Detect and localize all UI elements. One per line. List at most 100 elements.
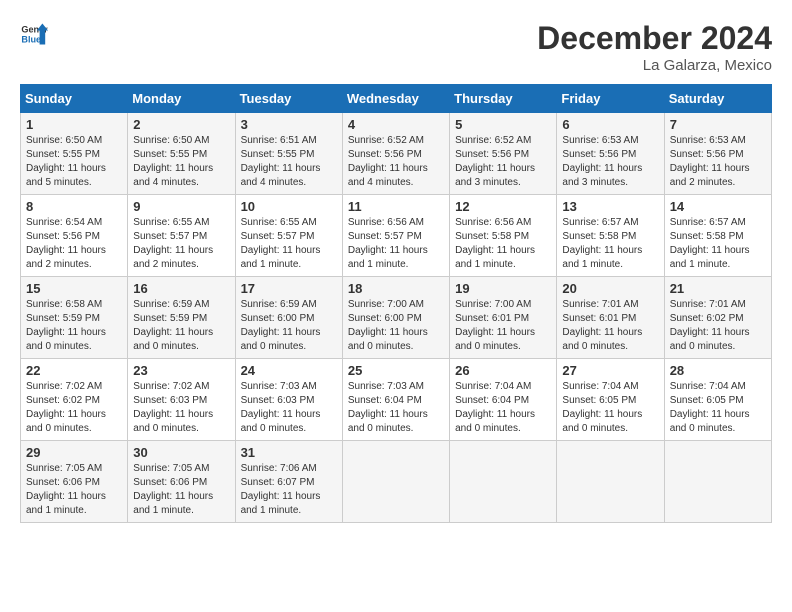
day-number: 28: [670, 363, 766, 378]
day-info: Sunrise: 6:52 AM Sunset: 5:56 PM Dayligh…: [455, 134, 551, 190]
day-number: 11: [348, 199, 444, 214]
day-info: Sunrise: 6:56 AM Sunset: 5:58 PM Dayligh…: [455, 216, 551, 272]
day-number: 16: [133, 281, 229, 296]
day-info: Sunrise: 6:51 AM Sunset: 5:55 PM Dayligh…: [241, 134, 337, 190]
calendar-cell: 2 Sunrise: 6:50 AM Sunset: 5:55 PM Daylig…: [128, 113, 235, 195]
day-number: 25: [348, 363, 444, 378]
calendar-cell: [450, 441, 557, 523]
calendar-cell: 29 Sunrise: 7:05 AM Sunset: 6:06 PM Dayli…: [21, 441, 128, 523]
day-info: Sunrise: 7:02 AM Sunset: 6:02 PM Dayligh…: [26, 380, 122, 436]
day-number: 23: [133, 363, 229, 378]
calendar-week-row: 15Sunrise: 6:58 AM Sunset: 5:59 PM Dayli…: [21, 277, 772, 359]
weekday-header-friday: Friday: [557, 85, 664, 113]
day-info: Sunrise: 6:57 AM Sunset: 5:58 PM Dayligh…: [562, 216, 658, 272]
calendar-cell: 5 Sunrise: 6:52 AM Sunset: 5:56 PM Daylig…: [450, 113, 557, 195]
day-info: Sunrise: 6:57 AM Sunset: 5:58 PM Dayligh…: [670, 216, 766, 272]
day-info: Sunrise: 6:59 AM Sunset: 6:00 PM Dayligh…: [241, 298, 337, 354]
day-number: 17: [241, 281, 337, 296]
day-number: 9: [133, 199, 229, 214]
weekday-header-row: SundayMondayTuesdayWednesdayThursdayFrid…: [21, 85, 772, 113]
day-info: Sunrise: 7:04 AM Sunset: 6:04 PM Dayligh…: [455, 380, 551, 436]
calendar-cell: [664, 441, 771, 523]
calendar-cell: 6Sunrise: 6:53 AM Sunset: 5:56 PM Daylig…: [557, 113, 664, 195]
page-header: General Blue December 2024 La Galarza, M…: [20, 20, 772, 74]
day-info: Sunrise: 6:50 AM Sunset: 5:55 PM Dayligh…: [26, 134, 122, 190]
weekday-header-thursday: Thursday: [450, 85, 557, 113]
day-number: 6: [562, 117, 658, 132]
calendar-cell: 27 Sunrise: 7:04 AM Sunset: 6:05 PM Dayli…: [557, 359, 664, 441]
calendar-cell: 25 Sunrise: 7:03 AM Sunset: 6:04 PM Dayli…: [342, 359, 449, 441]
day-number: 12: [455, 199, 551, 214]
calendar-cell: 16 Sunrise: 6:59 AM Sunset: 5:59 PM Dayli…: [128, 277, 235, 359]
day-info: Sunrise: 7:05 AM Sunset: 6:06 PM Dayligh…: [133, 462, 229, 518]
calendar-cell: 24 Sunrise: 7:03 AM Sunset: 6:03 PM Dayli…: [235, 359, 342, 441]
day-info: Sunrise: 7:02 AM Sunset: 6:03 PM Dayligh…: [133, 380, 229, 436]
title-section: December 2024 La Galarza, Mexico: [537, 20, 772, 74]
calendar-cell: 17 Sunrise: 6:59 AM Sunset: 6:00 PM Dayli…: [235, 277, 342, 359]
day-number: 3: [241, 117, 337, 132]
calendar-cell: 1 Sunrise: 6:50 AM Sunset: 5:55 PM Daylig…: [21, 113, 128, 195]
calendar-week-row: 8 Sunrise: 6:54 AM Sunset: 5:56 PM Daylig…: [21, 195, 772, 277]
day-number: 27: [562, 363, 658, 378]
day-number: 24: [241, 363, 337, 378]
calendar-cell: 22Sunrise: 7:02 AM Sunset: 6:02 PM Dayli…: [21, 359, 128, 441]
day-number: 5: [455, 117, 551, 132]
day-info: Sunrise: 7:03 AM Sunset: 6:04 PM Dayligh…: [348, 380, 444, 436]
calendar-cell: 7 Sunrise: 6:53 AM Sunset: 5:56 PM Daylig…: [664, 113, 771, 195]
day-info: Sunrise: 7:00 AM Sunset: 6:00 PM Dayligh…: [348, 298, 444, 354]
calendar-cell: 10 Sunrise: 6:55 AM Sunset: 5:57 PM Dayli…: [235, 195, 342, 277]
day-info: Sunrise: 7:04 AM Sunset: 6:05 PM Dayligh…: [670, 380, 766, 436]
calendar-week-row: 29 Sunrise: 7:05 AM Sunset: 6:06 PM Dayli…: [21, 441, 772, 523]
day-number: 10: [241, 199, 337, 214]
calendar-table: SundayMondayTuesdayWednesdayThursdayFrid…: [20, 84, 772, 523]
calendar-cell: 31 Sunrise: 7:06 AM Sunset: 6:07 PM Dayli…: [235, 441, 342, 523]
weekday-header-monday: Monday: [128, 85, 235, 113]
calendar-cell: [557, 441, 664, 523]
calendar-cell: 14Sunrise: 6:57 AM Sunset: 5:58 PM Dayli…: [664, 195, 771, 277]
calendar-cell: 13Sunrise: 6:57 AM Sunset: 5:58 PM Dayli…: [557, 195, 664, 277]
calendar-cell: 18Sunrise: 7:00 AM Sunset: 6:00 PM Dayli…: [342, 277, 449, 359]
day-number: 4: [348, 117, 444, 132]
weekday-header-saturday: Saturday: [664, 85, 771, 113]
day-number: 2: [133, 117, 229, 132]
month-title: December 2024: [537, 20, 772, 57]
day-info: Sunrise: 7:04 AM Sunset: 6:05 PM Dayligh…: [562, 380, 658, 436]
weekday-header-sunday: Sunday: [21, 85, 128, 113]
calendar-cell: 28 Sunrise: 7:04 AM Sunset: 6:05 PM Dayli…: [664, 359, 771, 441]
day-info: Sunrise: 6:54 AM Sunset: 5:56 PM Dayligh…: [26, 216, 122, 272]
day-number: 21: [670, 281, 766, 296]
calendar-cell: [342, 441, 449, 523]
day-number: 15: [26, 281, 122, 296]
day-info: Sunrise: 7:06 AM Sunset: 6:07 PM Dayligh…: [241, 462, 337, 518]
calendar-cell: 12 Sunrise: 6:56 AM Sunset: 5:58 PM Dayli…: [450, 195, 557, 277]
day-info: Sunrise: 7:00 AM Sunset: 6:01 PM Dayligh…: [455, 298, 551, 354]
svg-text:Blue: Blue: [21, 34, 41, 44]
day-number: 8: [26, 199, 122, 214]
day-info: Sunrise: 6:52 AM Sunset: 5:56 PM Dayligh…: [348, 134, 444, 190]
day-info: Sunrise: 7:05 AM Sunset: 6:06 PM Dayligh…: [26, 462, 122, 518]
calendar-cell: 8 Sunrise: 6:54 AM Sunset: 5:56 PM Daylig…: [21, 195, 128, 277]
day-number: 31: [241, 445, 337, 460]
day-number: 19: [455, 281, 551, 296]
day-info: Sunrise: 7:03 AM Sunset: 6:03 PM Dayligh…: [241, 380, 337, 436]
calendar-cell: 21 Sunrise: 7:01 AM Sunset: 6:02 PM Dayli…: [664, 277, 771, 359]
calendar-cell: 11Sunrise: 6:56 AM Sunset: 5:57 PM Dayli…: [342, 195, 449, 277]
day-number: 26: [455, 363, 551, 378]
calendar-week-row: 22Sunrise: 7:02 AM Sunset: 6:02 PM Dayli…: [21, 359, 772, 441]
day-info: Sunrise: 6:50 AM Sunset: 5:55 PM Dayligh…: [133, 134, 229, 190]
day-number: 29: [26, 445, 122, 460]
day-number: 30: [133, 445, 229, 460]
calendar-cell: 30 Sunrise: 7:05 AM Sunset: 6:06 PM Dayli…: [128, 441, 235, 523]
day-info: Sunrise: 6:53 AM Sunset: 5:56 PM Dayligh…: [670, 134, 766, 190]
day-info: Sunrise: 6:55 AM Sunset: 5:57 PM Dayligh…: [241, 216, 337, 272]
calendar-cell: 26 Sunrise: 7:04 AM Sunset: 6:04 PM Dayli…: [450, 359, 557, 441]
day-number: 1: [26, 117, 122, 132]
day-number: 7: [670, 117, 766, 132]
day-info: Sunrise: 6:59 AM Sunset: 5:59 PM Dayligh…: [133, 298, 229, 354]
calendar-cell: 3 Sunrise: 6:51 AM Sunset: 5:55 PM Daylig…: [235, 113, 342, 195]
calendar-week-row: 1 Sunrise: 6:50 AM Sunset: 5:55 PM Daylig…: [21, 113, 772, 195]
day-info: Sunrise: 7:01 AM Sunset: 6:02 PM Dayligh…: [670, 298, 766, 354]
calendar-cell: 23 Sunrise: 7:02 AM Sunset: 6:03 PM Dayli…: [128, 359, 235, 441]
calendar-cell: 19 Sunrise: 7:00 AM Sunset: 6:01 PM Dayli…: [450, 277, 557, 359]
general-blue-logo-icon: General Blue: [20, 20, 48, 48]
